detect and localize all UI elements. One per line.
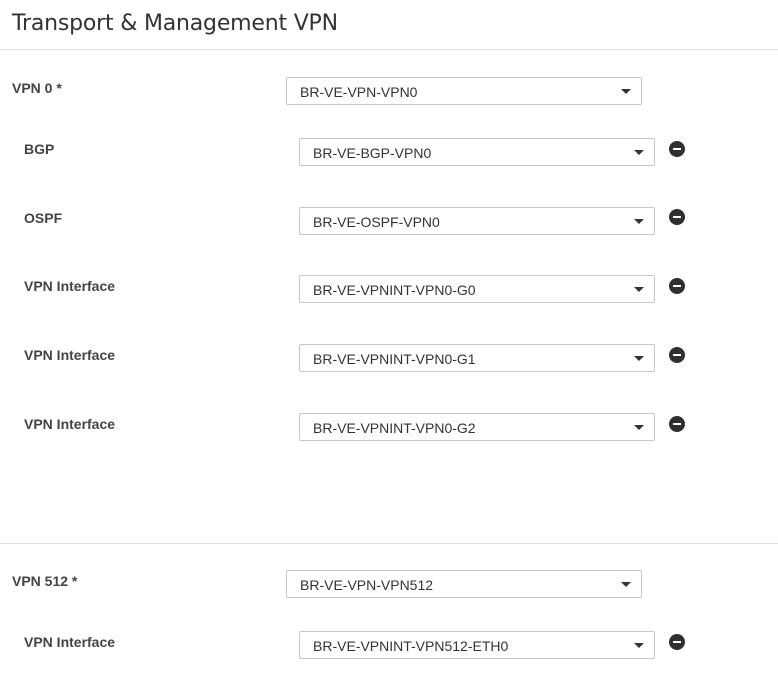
vpn-interface-g0-select[interactable]: BR-VE-VPNINT-VPN0-G0 [299,275,655,303]
vpn0-label: VPN 0 * [12,80,62,96]
remove-vpn-interface-eth0-icon[interactable] [669,634,685,650]
remove-ospf-icon[interactable] [669,209,685,225]
vpn-interface-label-g0: VPN Interface [24,278,116,294]
vpn512-template-select[interactable]: BR-VE-VPN-VPN512 [286,570,642,598]
remove-vpn-interface-g2-icon[interactable] [669,416,685,432]
caret-down-icon [634,287,644,292]
vpn0-template-value: BR-VE-VPN-VPN0 [300,84,418,100]
caret-down-icon [634,219,644,224]
ospf-label: OSPF [24,210,63,226]
vpn-interface-label-eth0: VPN Interface [24,634,116,650]
vpn512-label: VPN 512 * [12,573,78,589]
bgp-template-value: BR-VE-BGP-VPN0 [313,145,432,161]
vpn-interface-eth0-select[interactable]: BR-VE-VPNINT-VPN512-ETH0 [299,631,655,659]
vpn-interface-eth0-value: BR-VE-VPNINT-VPN512-ETH0 [313,638,509,654]
section-header: Transport & Management VPN [0,0,778,50]
vpn-interface-g1-value: BR-VE-VPNINT-VPN0-G1 [313,351,476,367]
page-title: Transport & Management VPN [12,11,338,36]
remove-vpn-interface-g1-icon[interactable] [669,347,685,363]
remove-bgp-icon[interactable] [669,141,685,157]
caret-down-icon [621,89,631,94]
vpn-interface-label-g1: VPN Interface [24,347,116,363]
vpn-interface-g0-value: BR-VE-VPNINT-VPN0-G0 [313,282,476,298]
vpn-interface-g2-value: BR-VE-VPNINT-VPN0-G2 [313,420,476,436]
vpn0-template-select[interactable]: BR-VE-VPN-VPN0 [286,77,642,105]
remove-vpn-interface-g0-icon[interactable] [669,278,685,294]
caret-down-icon [621,582,631,587]
vpn-interface-g1-select[interactable]: BR-VE-VPNINT-VPN0-G1 [299,344,655,372]
caret-down-icon [634,425,644,430]
vpn-interface-g2-select[interactable]: BR-VE-VPNINT-VPN0-G2 [299,413,655,441]
bgp-template-select[interactable]: BR-VE-BGP-VPN0 [299,138,655,166]
bgp-label: BGP [24,141,55,157]
ospf-template-value: BR-VE-OSPF-VPN0 [313,214,440,230]
vpn512-template-value: BR-VE-VPN-VPN512 [300,577,434,593]
caret-down-icon [634,150,644,155]
vpn-interface-label-g2: VPN Interface [24,416,116,432]
caret-down-icon [634,356,644,361]
section-divider [0,543,778,544]
ospf-template-select[interactable]: BR-VE-OSPF-VPN0 [299,207,655,235]
caret-down-icon [634,643,644,648]
